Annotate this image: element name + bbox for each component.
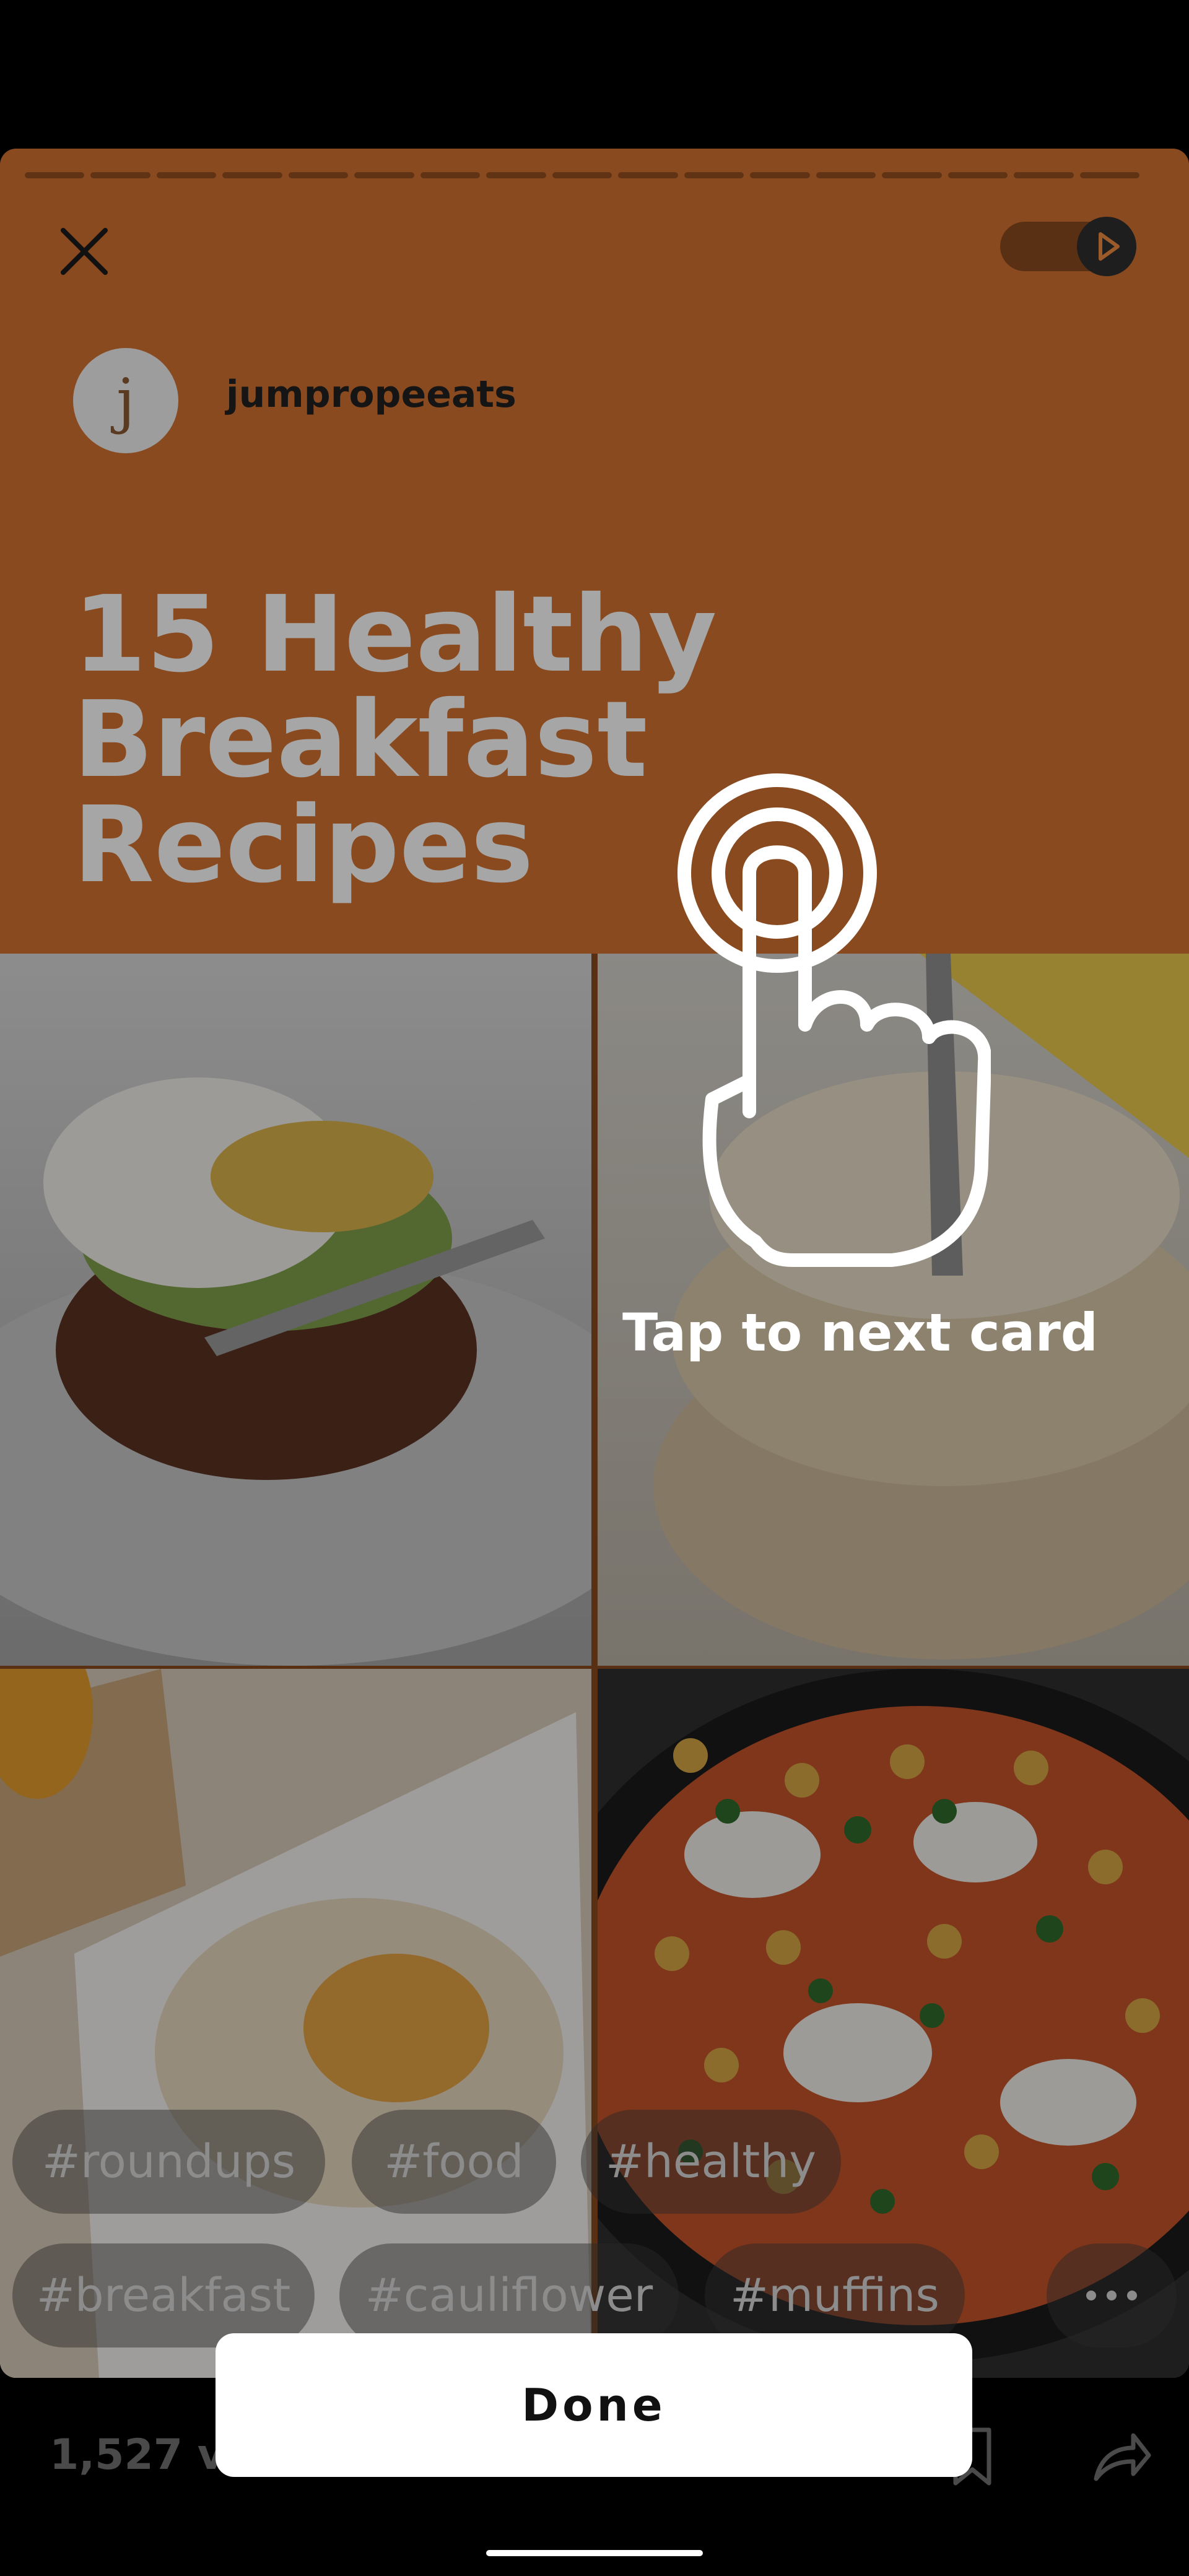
tag-cauliflower[interactable]: #cauliflower bbox=[339, 2243, 679, 2348]
tap-hint: Tap to next card bbox=[622, 1302, 1099, 1363]
more-icon bbox=[1086, 2291, 1137, 2300]
progress-segment bbox=[486, 172, 546, 178]
tap-hand-icon bbox=[669, 765, 992, 1279]
progress-segment bbox=[90, 172, 150, 178]
progress-segment bbox=[1079, 172, 1139, 178]
progress-segment bbox=[552, 172, 612, 178]
username[interactable]: jumpropeeats bbox=[226, 373, 516, 416]
autoplay-toggle[interactable] bbox=[1000, 217, 1136, 276]
share-button[interactable] bbox=[1090, 2430, 1152, 2483]
close-button[interactable] bbox=[56, 223, 118, 285]
photo-eggs bbox=[0, 954, 591, 1666]
progress-segment bbox=[156, 172, 217, 178]
progress-segment bbox=[288, 172, 349, 178]
share-icon bbox=[1094, 2433, 1151, 2481]
progress-segment bbox=[25, 172, 85, 178]
avatar[interactable]: j bbox=[73, 348, 178, 453]
progress-segment bbox=[354, 172, 414, 178]
progress-segment bbox=[618, 172, 678, 178]
progress-segment bbox=[816, 172, 876, 178]
close-icon bbox=[61, 228, 108, 275]
progress-segment bbox=[947, 172, 1008, 178]
tag-healthy[interactable]: #healthy bbox=[581, 2110, 841, 2214]
more-button[interactable] bbox=[1047, 2243, 1177, 2348]
progress-segment bbox=[420, 172, 481, 178]
progress-segment bbox=[684, 172, 744, 178]
tag-muffins[interactable]: #muffins bbox=[705, 2243, 965, 2348]
progress-segment bbox=[750, 172, 810, 178]
progress-segment bbox=[222, 172, 282, 178]
done-button[interactable]: Done bbox=[216, 2333, 972, 2477]
home-indicator[interactable] bbox=[486, 2550, 703, 2556]
tag-food[interactable]: #food bbox=[352, 2110, 556, 2214]
play-icon bbox=[1077, 217, 1136, 276]
tag-roundups[interactable]: #roundups bbox=[12, 2110, 325, 2214]
story-card[interactable]: j jumpropeeats 15 Healthy Breakfast Reci… bbox=[0, 149, 1189, 2378]
tag-breakfast[interactable]: #breakfast bbox=[12, 2243, 315, 2348]
progress-segment bbox=[882, 172, 942, 178]
progress-segment bbox=[1014, 172, 1074, 178]
progress-bar bbox=[25, 172, 1139, 178]
